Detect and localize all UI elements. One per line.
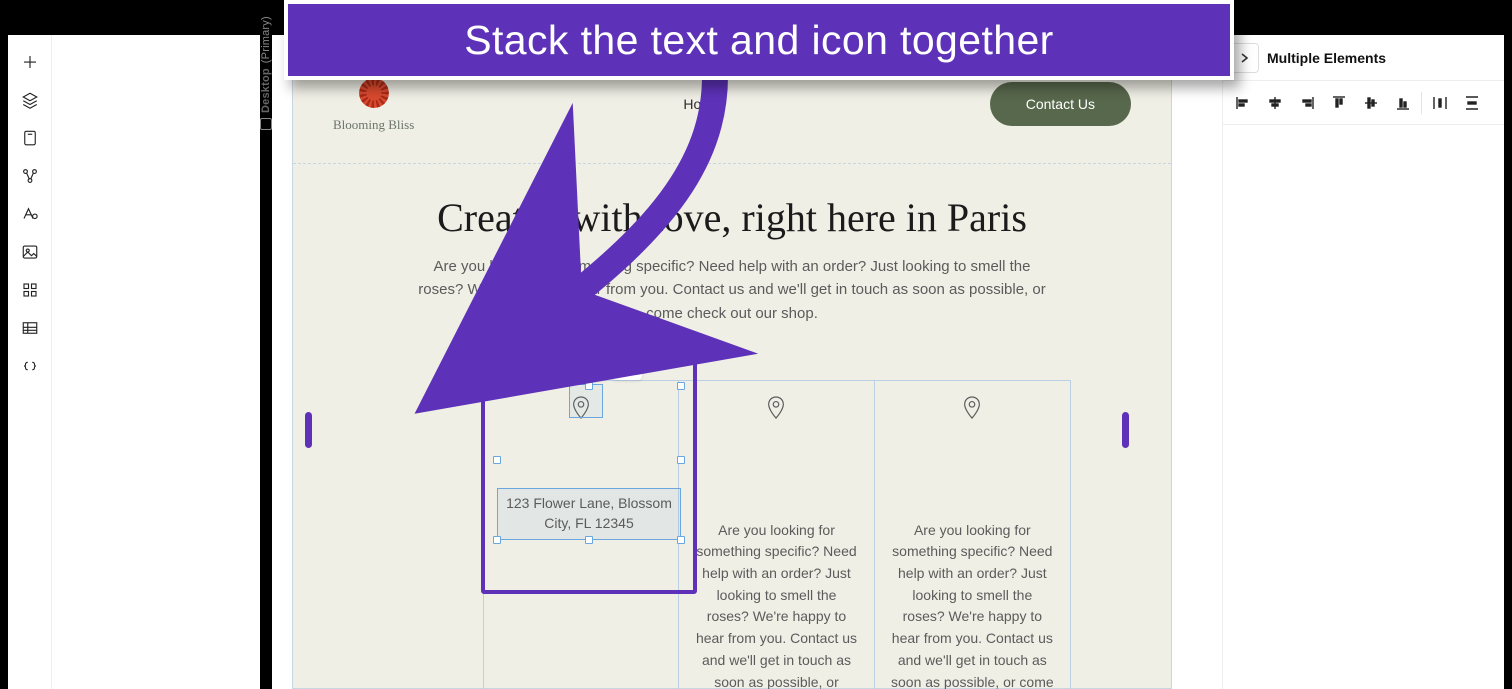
device-primary: (Primary) <box>260 16 272 63</box>
help-button[interactable]: ? <box>576 350 606 380</box>
table-tool-icon[interactable] <box>13 311 47 345</box>
apps-tool-icon[interactable] <box>13 273 47 307</box>
contact-us-button[interactable]: Contact Us <box>990 82 1131 126</box>
device-name: Desktop <box>260 68 272 113</box>
page-tool-icon[interactable] <box>13 121 47 155</box>
contact-card-2[interactable]: Are you looking for something specific? … <box>679 381 874 689</box>
toolbar-separator <box>1421 92 1422 114</box>
code-tool-icon[interactable] <box>13 349 47 383</box>
artboard[interactable]: Blooming Bliss Home Contact Us Created w… <box>292 43 1172 689</box>
selection-float-toolbar: Stack ? ··· <box>493 350 642 380</box>
margin-handle-right[interactable] <box>1122 412 1129 448</box>
align-right-icon[interactable] <box>1291 88 1323 118</box>
card-body-text[interactable]: Are you looking for something specific? … <box>891 520 1054 689</box>
pin-icon[interactable] <box>765 395 787 428</box>
brand-name: Blooming Bliss <box>333 117 414 133</box>
contact-card-3[interactable]: Are you looking for something specific? … <box>875 381 1070 689</box>
align-center-v-icon[interactable] <box>1355 88 1387 118</box>
distribute-h-icon[interactable] <box>1424 88 1456 118</box>
layers-tool-icon[interactable] <box>13 83 47 117</box>
resize-handle[interactable] <box>585 536 593 544</box>
tutorial-callout: Stack the text and icon together <box>284 0 1234 80</box>
margin-handle-left[interactable] <box>305 412 312 448</box>
desktop-icon <box>260 118 272 130</box>
resize-handle[interactable] <box>677 456 685 464</box>
resize-handle[interactable] <box>677 536 685 544</box>
alignment-toolbar <box>1223 81 1504 125</box>
connections-tool-icon[interactable] <box>13 159 47 193</box>
more-options-button[interactable]: ··· <box>612 350 642 380</box>
resize-handle[interactable] <box>677 382 685 390</box>
stack-button[interactable]: Stack <box>493 351 570 380</box>
resize-handle[interactable] <box>585 382 593 390</box>
site-logo[interactable]: Blooming Bliss <box>333 75 414 133</box>
stack-button-label: Stack <box>524 358 557 373</box>
add-tool-icon[interactable] <box>13 45 47 79</box>
left-toolbar <box>8 35 52 689</box>
hero-title[interactable]: Created with love, right here in Paris <box>353 194 1111 241</box>
canvas-stage[interactable]: Blooming Bliss Home Contact Us Created w… <box>272 35 1222 689</box>
align-center-h-icon[interactable] <box>1259 88 1291 118</box>
hero-subtitle[interactable]: Are you looking for something specific? … <box>412 255 1052 325</box>
resize-handle[interactable] <box>493 536 501 544</box>
left-gutter <box>52 35 260 689</box>
resize-handle[interactable] <box>493 456 501 464</box>
align-bottom-icon[interactable] <box>1387 88 1419 118</box>
image-tool-icon[interactable] <box>13 235 47 269</box>
resize-handle[interactable] <box>493 382 501 390</box>
contact-card-1[interactable] <box>484 381 679 689</box>
align-left-icon[interactable] <box>1227 88 1259 118</box>
nav-home-link[interactable]: Home <box>683 96 720 112</box>
inspector-header: Multiple Elements <box>1223 35 1504 81</box>
distribute-v-icon[interactable] <box>1456 88 1488 118</box>
contact-cards-row[interactable]: Are you looking for something specific? … <box>483 380 1071 689</box>
pin-icon[interactable] <box>570 395 592 428</box>
hero-section: Created with love, right here in Paris A… <box>293 164 1171 333</box>
pin-icon[interactable] <box>961 395 983 428</box>
align-top-icon[interactable] <box>1323 88 1355 118</box>
inspector-panel: Multiple Elements <box>1222 35 1504 689</box>
inspector-title: Multiple Elements <box>1267 50 1386 66</box>
typography-tool-icon[interactable] <box>13 197 47 231</box>
callout-text: Stack the text and icon together <box>464 17 1053 64</box>
card-body-text[interactable]: Are you looking for something specific? … <box>695 520 857 689</box>
device-label[interactable]: Desktop (Primary) <box>260 16 272 130</box>
